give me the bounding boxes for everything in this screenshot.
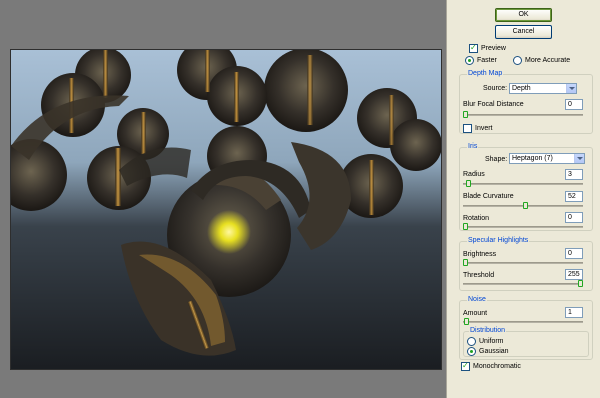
blade-curvature-field[interactable]: 52 [565,191,583,202]
more-accurate-label: More Accurate [525,57,571,64]
chevron-down-icon [566,84,576,93]
brightness-slider[interactable] [463,259,468,266]
amount-slider[interactable] [464,318,470,325]
depth-map-legend: Depth Map [467,70,504,78]
blade-curvature-label: Blade Curvature [463,193,514,200]
monochromatic-label: Monochromatic [473,363,521,370]
preview-area [0,0,446,398]
source-value: Depth [512,85,531,92]
gaussian-radio[interactable] [467,347,476,356]
faster-radio[interactable] [465,56,474,65]
threshold-field[interactable]: 255 [565,269,583,280]
invert-checkbox[interactable] [463,124,472,133]
amount-field[interactable]: 1 [565,307,583,318]
invert-label: Invert [475,125,493,132]
rotation-label: Rotation [463,215,490,222]
lens-blur-panel: OK Cancel Preview Faster More Accurate D… [446,0,600,398]
rotation-slider[interactable] [463,223,468,230]
shape-select[interactable]: Heptagon (7) [509,153,585,164]
blur-focal-label: Blur Focal Distance [463,101,524,108]
preview-image[interactable] [10,49,442,370]
rotation-field[interactable]: 0 [565,212,583,223]
amount-label: Amount [463,310,488,317]
threshold-label: Threshold [463,272,495,279]
source-label: Source: [483,85,508,92]
uniform-radio[interactable] [467,337,476,346]
cancel-button[interactable]: Cancel [495,25,552,39]
shape-label: Shape: [485,156,508,163]
distribution-legend: Distribution [469,327,507,335]
blur-focal-track [463,114,583,116]
faster-label: Faster [477,57,497,64]
preview-label: Preview [481,45,506,52]
blur-focal-slider[interactable] [463,111,468,118]
chevron-down-icon [574,154,584,163]
threshold-track [463,283,583,285]
radius-track [463,183,583,185]
blade-curvature-slider[interactable] [522,202,528,209]
gaussian-label: Gaussian [479,348,509,355]
radius-slider[interactable] [466,180,472,187]
monochromatic-checkbox[interactable] [461,361,470,371]
amount-track [463,321,583,323]
more-accurate-radio[interactable] [513,56,522,65]
threshold-slider[interactable] [578,280,583,287]
preview-checkbox[interactable] [469,43,478,53]
noise-legend: Noise [467,296,487,304]
radius-label: Radius [463,171,485,178]
blur-focal-field[interactable]: 0 [565,99,583,110]
uniform-label: Uniform [479,338,504,345]
brightness-track [463,262,583,264]
brightness-field[interactable]: 0 [565,248,583,259]
radius-field[interactable]: 3 [565,169,583,180]
brightness-label: Brightness [463,251,497,258]
source-select[interactable]: Depth [509,83,577,94]
rotation-track [463,226,583,228]
iris-legend: Iris [467,143,479,151]
preview-render [11,50,441,369]
specular-legend: Specular Highlights [467,237,530,245]
shape-value: Heptagon (7) [512,155,553,162]
ok-button[interactable]: OK [495,8,552,22]
